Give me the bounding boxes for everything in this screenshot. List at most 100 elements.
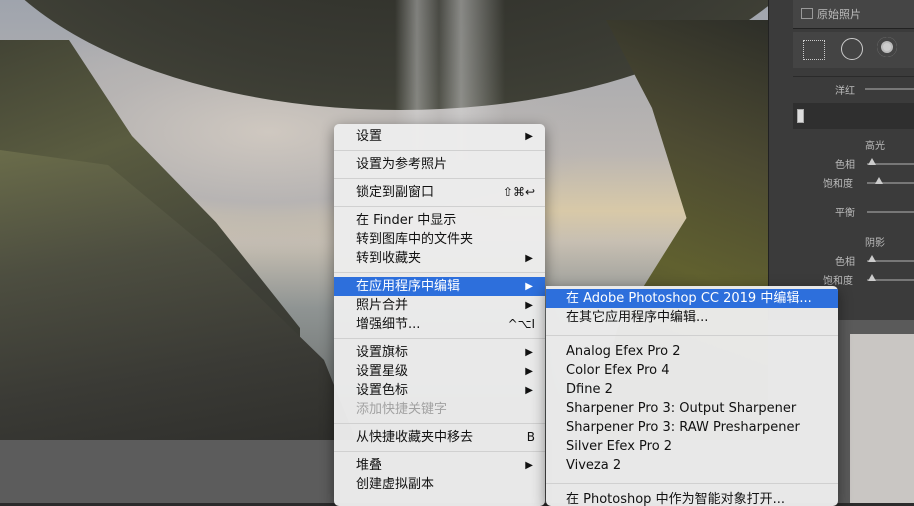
magenta-row: 洋红 — [793, 76, 914, 101]
submenu-item-label: Sharpener Pro 3: Output Sharpener — [566, 401, 797, 416]
menu-item-12: 添加快捷关键字 — [334, 400, 545, 419]
menu-item-10[interactable]: 设置星级 ▶ — [334, 362, 545, 381]
submenu-item-4[interactable]: Dfine 2 — [546, 380, 838, 399]
submenu-item-3[interactable]: Color Efex Pro 4 — [546, 361, 838, 380]
menu-item-label: 转到收藏夹 — [356, 251, 422, 266]
edit-in-submenu: 在 Adobe Photoshop CC 2019 中编辑... 在其它应用程序中… — [546, 286, 838, 506]
original-photo-label: 原始照片 — [817, 8, 861, 21]
highlights-label: 高光 — [865, 141, 885, 152]
menu-item-label: 设置为参考照片 — [356, 157, 448, 172]
menu-item-9[interactable]: 设置旗标 ▶ — [334, 343, 545, 362]
context-menu: 设置 ▶ 设置为参考照片 锁定到副窗口 ⇧⌘↩ 在 Finder 中显示转到图库中的文件夹… — [334, 124, 545, 506]
submenu-item-label: Silver Efex Pro 2 — [566, 439, 673, 454]
menu-separator — [334, 178, 545, 179]
submenu-arrow-icon: ▶ — [525, 253, 533, 264]
original-photo-toggle[interactable]: 原始照片 — [793, 0, 914, 29]
menu-item-4[interactable]: 转到图库中的文件夹 — [334, 230, 545, 249]
menu-separator — [334, 150, 545, 151]
submenu-item-0[interactable]: 在 Adobe Photoshop CC 2019 中编辑... — [546, 289, 838, 308]
menu-item-6[interactable]: 在应用程序中编辑 ▶ — [334, 277, 545, 296]
menu-item-0[interactable]: 设置 ▶ — [334, 127, 545, 146]
submenu-item-9[interactable]: 在 Photoshop 中作为智能对象打开... — [546, 490, 838, 506]
highlights-saturation-label: 饱和度 — [823, 179, 853, 190]
checkbox-icon[interactable] — [801, 8, 813, 19]
menu-item-3[interactable]: 在 Finder 中显示 — [334, 211, 545, 230]
menu-separator — [334, 451, 545, 452]
menu-separator — [546, 483, 838, 484]
menu-item-8[interactable]: 增强细节... ^⌥I — [334, 315, 545, 334]
submenu-item-label: Viveza 2 — [566, 458, 622, 473]
submenu-arrow-icon: ▶ — [525, 131, 533, 142]
highlights-saturation-knob[interactable] — [875, 177, 883, 184]
menu-item-label: 在应用程序中编辑 — [356, 279, 461, 294]
menu-item-label: 设置色标 — [356, 383, 409, 398]
submenu-arrow-icon: ▶ — [525, 366, 533, 377]
menu-separator — [334, 206, 545, 207]
menu-item-label: 从快捷收藏夹中移去 — [356, 430, 474, 445]
balance-label: 平衡 — [835, 208, 855, 219]
shadows-saturation-label: 饱和度 — [823, 276, 853, 287]
mask-tools — [793, 32, 914, 68]
submenu-arrow-icon: ▶ — [525, 300, 533, 311]
preview-thumbnail — [850, 334, 914, 503]
target-mask-icon[interactable] — [877, 37, 897, 57]
shadows-saturation-knob[interactable] — [868, 274, 876, 281]
menu-item-label: 创建虚拟副本 — [356, 477, 435, 492]
submenu-item-1[interactable]: 在其它应用程序中编辑... — [546, 308, 838, 327]
shortcut-label: ^⌥I — [507, 317, 535, 331]
panel-handle-icon[interactable] — [797, 109, 804, 123]
submenu-arrow-icon: ▶ — [525, 347, 533, 358]
shortcut-label: ⇧⌘↩ — [502, 185, 535, 199]
menu-item-label: 设置旗标 — [356, 345, 409, 360]
magenta-slider[interactable] — [865, 88, 914, 90]
submenu-item-label: 在 Photoshop 中作为智能对象打开... — [566, 492, 785, 506]
submenu-item-5[interactable]: Sharpener Pro 3: Output Sharpener — [546, 399, 838, 418]
menu-item-1[interactable]: 设置为参考照片 — [334, 155, 545, 174]
magenta-label: 洋红 — [835, 86, 855, 97]
highlights-hue-label: 色相 — [835, 160, 855, 171]
panel-divider — [793, 103, 914, 129]
menu-item-label: 在 Finder 中显示 — [356, 213, 457, 228]
menu-item-label: 增强细节... — [356, 317, 421, 332]
menu-separator — [334, 423, 545, 424]
brush-marquee-icon[interactable] — [803, 40, 825, 60]
menu-item-label: 锁定到副窗口 — [356, 185, 435, 200]
menu-item-14[interactable]: 堆叠 ▶ — [334, 456, 545, 475]
menu-item-label: 堆叠 — [356, 458, 383, 473]
menu-separator — [546, 335, 838, 336]
submenu-item-label: 在其它应用程序中编辑... — [566, 310, 709, 325]
radial-mask-icon[interactable] — [841, 38, 863, 60]
submenu-item-label: Color Efex Pro 4 — [566, 363, 670, 378]
shortcut-label: B — [526, 430, 535, 444]
menu-item-label: 添加快捷关键字 — [356, 402, 448, 417]
menu-item-7[interactable]: 照片合并 ▶ — [334, 296, 545, 315]
submenu-arrow-icon: ▶ — [525, 460, 533, 471]
menu-item-5[interactable]: 转到收藏夹 ▶ — [334, 249, 545, 268]
highlights-hue-knob[interactable] — [868, 158, 876, 165]
submenu-item-6[interactable]: Sharpener Pro 3: RAW Presharpener — [546, 418, 838, 437]
menu-item-13[interactable]: 从快捷收藏夹中移去 B — [334, 428, 545, 447]
shadows-hue-label: 色相 — [835, 257, 855, 268]
menu-separator — [334, 272, 545, 273]
menu-separator — [334, 338, 545, 339]
submenu-arrow-icon: ▶ — [525, 385, 533, 396]
submenu-item-label: Dfine 2 — [566, 382, 613, 397]
menu-item-label: 设置 — [356, 129, 383, 144]
menu-item-11[interactable]: 设置色标 ▶ — [334, 381, 545, 400]
shadows-hue-knob[interactable] — [868, 255, 876, 262]
menu-item-15[interactable]: 创建虚拟副本 — [334, 475, 545, 494]
menu-item-label: 转到图库中的文件夹 — [356, 232, 474, 247]
menu-item-2[interactable]: 锁定到副窗口 ⇧⌘↩ — [334, 183, 545, 202]
submenu-item-label: Sharpener Pro 3: RAW Presharpener — [566, 420, 800, 435]
submenu-item-2[interactable]: Analog Efex Pro 2 — [546, 342, 838, 361]
develop-panel: 原始照片 洋红 高光 色相 饱和度 平衡 阴影 色相 饱和度 — [768, 0, 914, 330]
balance-slider[interactable] — [867, 211, 914, 213]
submenu-item-label: Analog Efex Pro 2 — [566, 344, 681, 359]
menu-item-label: 照片合并 — [356, 298, 409, 313]
submenu-item-label: 在 Adobe Photoshop CC 2019 中编辑... — [566, 291, 812, 306]
submenu-item-7[interactable]: Silver Efex Pro 2 — [546, 437, 838, 456]
shadows-label: 阴影 — [865, 238, 885, 249]
menu-item-label: 设置星级 — [356, 364, 409, 379]
submenu-arrow-icon: ▶ — [525, 281, 533, 292]
submenu-item-8[interactable]: Viveza 2 — [546, 456, 838, 475]
